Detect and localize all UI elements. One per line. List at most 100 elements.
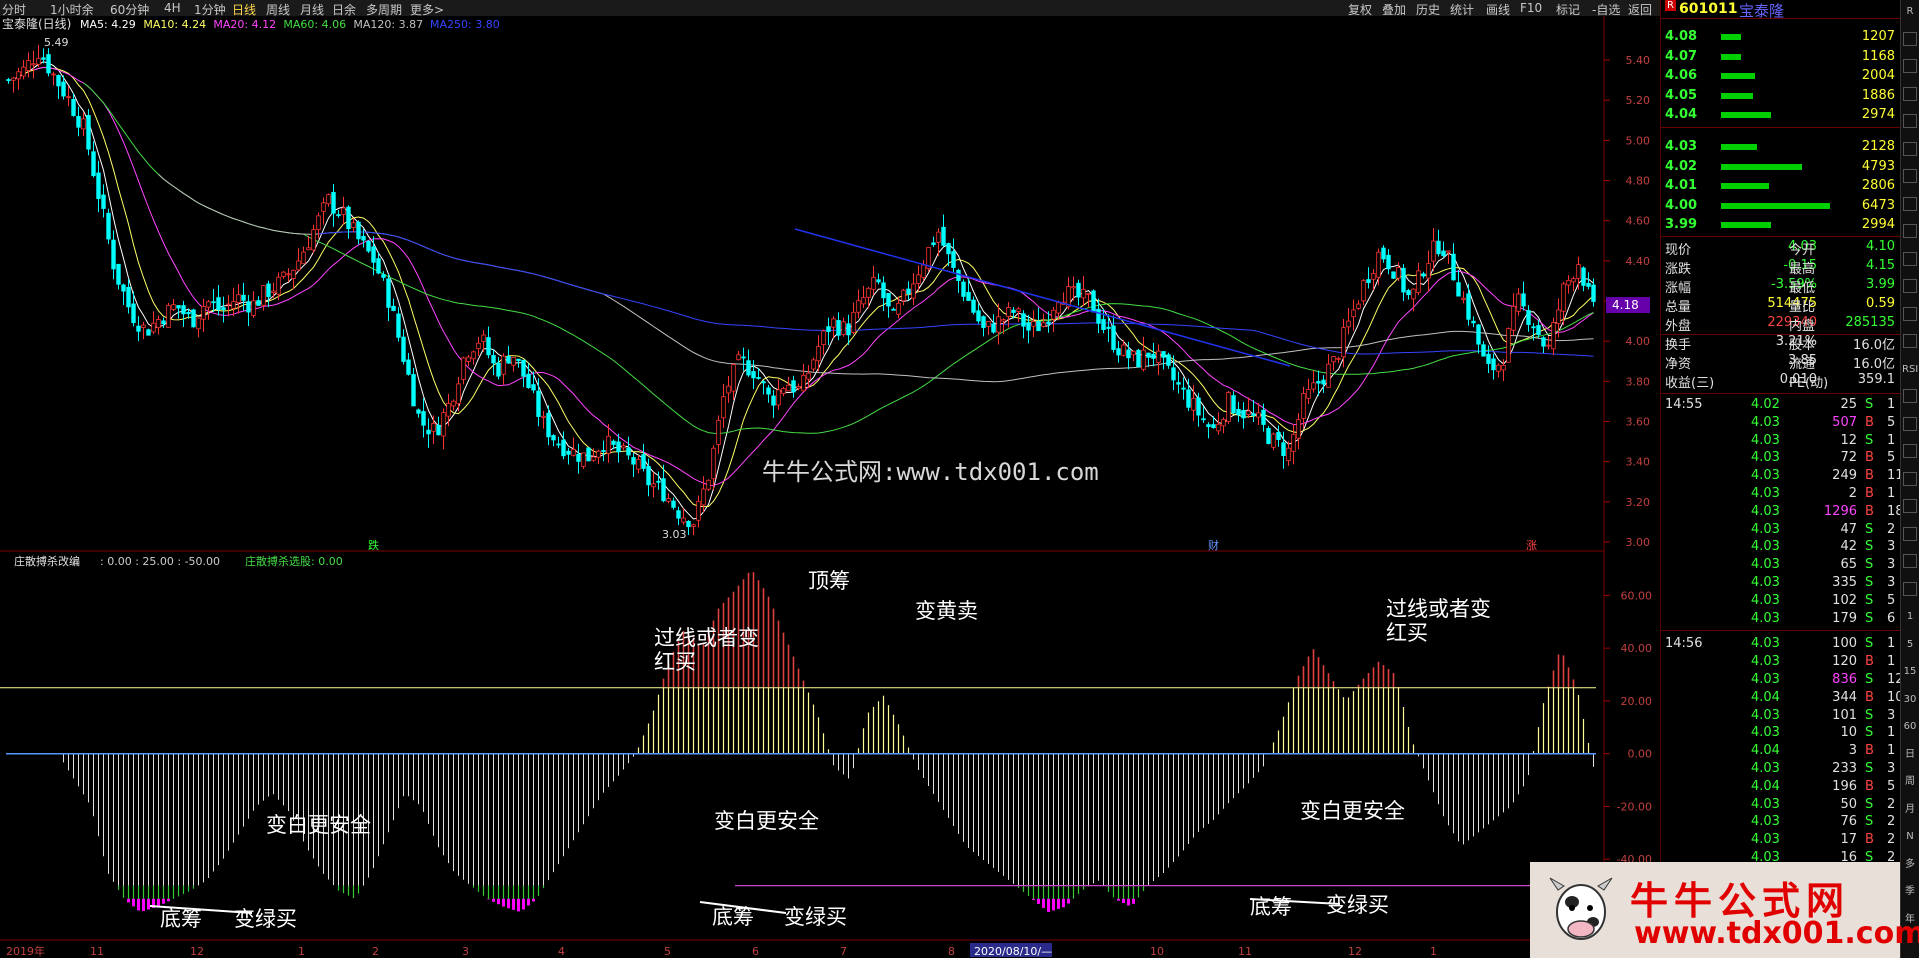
candle: [1361, 279, 1366, 306]
annotation-bottom_chip_2: 底筹: [712, 905, 754, 929]
tick-side: B: [1865, 414, 1874, 430]
side-tool-icon[interactable]: [1903, 279, 1917, 293]
side-tool-icon[interactable]: 1: [1902, 609, 1918, 624]
tick-side: S: [1865, 575, 1874, 590]
tick-price: 4.03: [1751, 486, 1780, 501]
side-tool-icon[interactable]: 周: [1902, 774, 1918, 789]
stat-label: 现价: [1665, 243, 1692, 258]
ma-legend: MA60: 4.06: [283, 18, 346, 31]
indicator-tick: 0.00: [1628, 748, 1653, 761]
tick-count: 2: [1887, 521, 1896, 537]
indicator-tick: 60.00: [1621, 589, 1653, 602]
book-price: 3.99: [1665, 217, 1698, 232]
ma-legend: MA250: 3.80: [430, 18, 500, 31]
candle: [1506, 327, 1511, 363]
tick-price: 4.02: [1751, 397, 1780, 412]
kline-chart[interactable]: 5.405.205.004.804.604.404.204.003.803.60…: [0, 16, 1660, 958]
side-tool-icon[interactable]: 5: [1902, 637, 1918, 652]
side-tool-icon[interactable]: 30: [1902, 692, 1918, 707]
tick-row: 4.03 42 S 3: [1661, 538, 1901, 556]
side-tool-icon[interactable]: [1903, 251, 1917, 266]
side-tool-icon[interactable]: [1903, 169, 1917, 183]
order-book-row: 4.06 2004: [1661, 67, 1901, 86]
side-tool-icon[interactable]: [1903, 334, 1917, 348]
side-tool-icon[interactable]: [1903, 444, 1917, 458]
book-price: 4.00: [1665, 197, 1698, 213]
stat-label: 净资: [1665, 357, 1692, 372]
side-tool-icon[interactable]: RSI: [1902, 362, 1918, 377]
side-tool-icon[interactable]: 日: [1902, 747, 1918, 762]
tick-volume: 65: [1840, 557, 1857, 573]
annotation-turn_yellow_sell: 变黄卖: [915, 599, 978, 623]
tick-side: B: [1865, 743, 1874, 759]
tick-side: S: [1865, 707, 1874, 723]
tick-side: S: [1865, 521, 1874, 537]
tick-volume: 3: [1848, 743, 1857, 759]
side-toolbar: R RSI 1 5 15 30 60 日周月 N 多季年: [1900, 0, 1919, 958]
side-tool-icon[interactable]: 月: [1902, 802, 1918, 817]
tick-count: 2: [1887, 832, 1896, 848]
tick-volume: 25: [1840, 397, 1857, 412]
side-tool-icon[interactable]: 季: [1902, 884, 1918, 899]
period-tab[interactable]: 4H: [164, 1, 181, 15]
current-price-value: 4.18: [1612, 298, 1639, 312]
side-tool-icon[interactable]: [1903, 526, 1917, 541]
tick-side: S: [1865, 725, 1874, 741]
order-book-row: 4.01 2806: [1661, 177, 1901, 196]
candle: [1226, 390, 1231, 424]
tick-price: 4.03: [1751, 450, 1780, 466]
order-book-row: 4.02 4793: [1661, 158, 1901, 177]
tick-side: B: [1865, 778, 1874, 794]
tick-row: 4.03 179 S 6: [1661, 610, 1901, 628]
book-price: 4.01: [1665, 178, 1698, 193]
book-price: 4.04: [1665, 107, 1698, 122]
side-tool-icon[interactable]: [1903, 114, 1917, 128]
sep: [1661, 127, 1901, 128]
tick-volume: 233: [1832, 761, 1857, 776]
side-tool-icon[interactable]: 60: [1902, 719, 1918, 734]
stat-label: 今开: [1789, 243, 1816, 258]
date-tick: 12: [190, 945, 204, 958]
side-tool-icon[interactable]: [1903, 499, 1917, 513]
side-tool-icon[interactable]: [1903, 59, 1917, 73]
tick-side: B: [1865, 486, 1874, 501]
logo-url: www.tdx001.com: [1634, 916, 1919, 951]
tick-row: 4.03 233 S 3: [1661, 760, 1901, 778]
side-tool-icon[interactable]: [1903, 471, 1917, 486]
tick-row: 4.03 102 S 5: [1661, 592, 1901, 610]
tick-side: B: [1865, 503, 1874, 519]
side-tool-icon[interactable]: [1903, 196, 1917, 211]
side-tool-icon[interactable]: [1903, 141, 1917, 156]
side-tool-icon[interactable]: 多: [1902, 857, 1918, 872]
side-tool-icon[interactable]: [1903, 389, 1917, 403]
tick-volume: 100: [1832, 636, 1857, 652]
date-tick: 11: [90, 945, 104, 958]
tick-row: 4.03 2 B 1: [1661, 485, 1901, 503]
side-tool-icon[interactable]: [1903, 224, 1917, 238]
book-price: 4.02: [1665, 158, 1698, 174]
date-tick: 6: [752, 945, 759, 958]
volume-bar: [1721, 73, 1755, 79]
book-price: 4.05: [1665, 87, 1698, 103]
tick-price: 4.03: [1751, 575, 1780, 590]
tick-row: 4.03 335 S 3: [1661, 574, 1901, 592]
side-tool-icon[interactable]: [1903, 581, 1917, 596]
stat-value: 4.15: [1866, 258, 1895, 273]
side-tool-icon[interactable]: [1903, 554, 1917, 568]
tick-volume: 12: [1840, 432, 1857, 448]
candle: [1266, 425, 1271, 445]
side-tool-icon[interactable]: R: [1902, 4, 1918, 19]
side-tool-icon[interactable]: [1903, 416, 1917, 431]
tick-price: 4.03: [1751, 592, 1780, 608]
tick-volume: 2: [1848, 486, 1857, 501]
toolbar-button[interactable]: F10: [1520, 1, 1542, 15]
tick-volume: 344: [1832, 689, 1857, 705]
side-tool-icon[interactable]: [1903, 86, 1917, 101]
price-tick: 4.60: [1626, 215, 1651, 228]
side-tool-icon[interactable]: [1903, 31, 1917, 46]
side-tool-icon[interactable]: N: [1902, 829, 1918, 844]
book-volume: 4793: [1861, 158, 1895, 174]
annotation-cross_red_buy_1: 红买: [654, 650, 696, 674]
side-tool-icon[interactable]: [1903, 306, 1917, 321]
side-tool-icon[interactable]: 15: [1902, 664, 1918, 679]
